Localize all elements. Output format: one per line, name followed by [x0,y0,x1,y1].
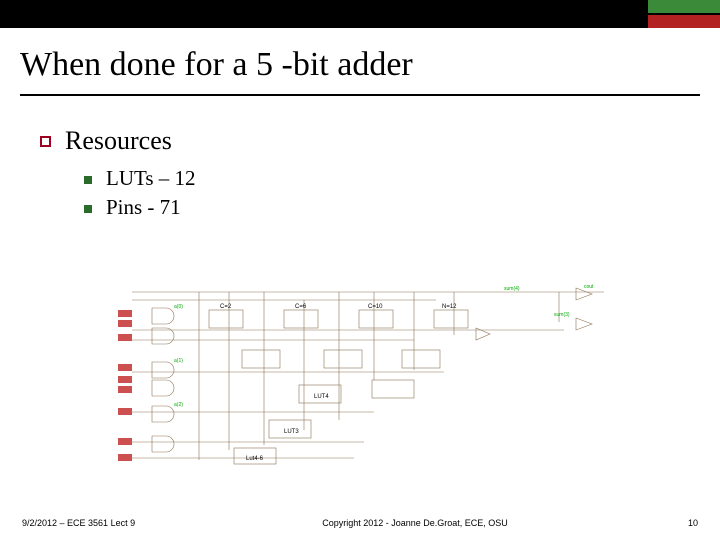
bullet-level2-text: LUTs – 12 [106,166,196,191]
content-area: Resources LUTs – 12 Pins - 71 [0,102,720,220]
svg-text:C=10: C=10 [368,304,383,310]
slide-top-bar [0,0,720,28]
slide-footer: 9/2/2012 – ECE 3561 Lect 9 Copyright 201… [0,518,720,528]
svg-text:LUT3: LUT3 [284,429,299,435]
svg-text:a(0): a(0) [174,304,183,310]
slide-title: When done for a 5 -bit adder [20,46,700,84]
svg-text:Lut4-6: Lut4-6 [246,456,264,462]
svg-text:C=6: C=6 [295,304,307,310]
footer-page-number: 10 [668,518,698,528]
svg-text:sum(4): sum(4) [504,286,520,292]
bullet-level1-text: Resources [65,126,172,156]
svg-text:C=2: C=2 [220,304,232,310]
bullet-level2-text: Pins - 71 [106,195,181,220]
svg-text:a(2): a(2) [174,402,183,408]
svg-text:sum(3): sum(3) [554,312,570,318]
filled-square-icon [84,205,92,213]
bullet-level1: Resources [40,126,680,156]
title-area: When done for a 5 -bit adder [0,28,720,102]
topbar-accent [648,0,720,28]
footer-date: 9/2/2012 – ECE 3561 Lect 9 [22,518,162,528]
bullet-level2: LUTs – 12 [84,166,680,191]
filled-square-icon [84,176,92,184]
svg-text:cout: cout [584,284,594,290]
schematic-diagram: a(0) a(1) a(2) sum(4) sum(3) cout C=2 C=… [114,280,614,470]
sublist: LUTs – 12 Pins - 71 [40,166,680,220]
svg-text:LUT4: LUT4 [314,394,329,400]
topbar-green [648,0,720,14]
topbar-black [0,0,648,28]
bullet-level2: Pins - 71 [84,195,680,220]
footer-copyright: Copyright 2012 - Joanne De.Groat, ECE, O… [162,518,668,528]
svg-text:N=12: N=12 [442,304,457,310]
svg-text:a(1): a(1) [174,358,183,364]
topbar-red [648,14,720,28]
square-bullet-icon [40,136,51,147]
title-underline [20,94,700,96]
